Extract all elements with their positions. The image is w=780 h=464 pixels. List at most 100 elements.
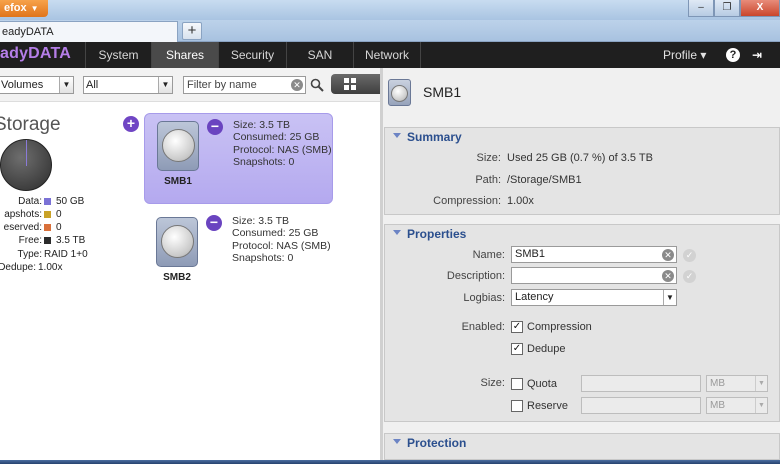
logbias-label: Logbias: [463,292,505,304]
share-card[interactable]: SMB1 − Size: 3.5 TB Consumed: 25 GB Prot… [144,113,333,204]
share-card[interactable]: SMB2 − Size: 3.5 TB Consumed: 25 GB Prot… [144,210,333,301]
clear-name-icon[interactable]: ✕ [662,249,674,261]
summary-compression-value: 1.00x [507,195,534,207]
stat-dedupe: Dedupe: 1.00x [0,262,90,275]
share-snapshots: Snapshots: 0 [232,251,294,264]
summary-header[interactable]: Summary [385,128,780,147]
chevron-down-icon: ▼ [755,376,767,391]
restore-button[interactable]: ❐ [714,0,740,17]
legend-swatch [44,211,51,218]
chevron-down-icon: ▼ [59,77,73,93]
collapse-triangle-icon [393,439,401,444]
logbias-select[interactable]: Latency ▼ [511,289,677,306]
storage-pie-chart [0,139,52,191]
summary-compression-label: Compression: [433,195,501,207]
share-snapshots: Snapshots: 0 [233,155,295,168]
os-taskbar [0,460,780,464]
description-label: Description: [446,270,505,282]
enabled-label: Enabled: [461,321,505,333]
name-field-value: SMB1 [515,248,545,260]
stat-snapshots: apshots: 0 [0,209,90,222]
reserve-label: Reserve [527,400,568,412]
browser-tab-strip: eadyDATA + [0,20,780,42]
quota-checkbox[interactable] [511,378,523,390]
share-name: SMB2 [163,272,191,283]
volume-select-value: Volumes [1,79,44,91]
close-button[interactable]: X [740,0,780,17]
help-icon[interactable]: ? [726,48,740,62]
type-select-value: All [86,79,99,91]
search-icon[interactable] [310,78,324,92]
stat-type: Type: RAID 1+0 [0,249,90,262]
chevron-down-icon: ▼ [755,398,767,413]
share-consumed: Consumed: 25 GB [232,227,319,240]
reserve-checkbox[interactable] [511,400,523,412]
clear-description-icon[interactable]: ✕ [662,270,674,282]
stat-value: 1.00x [38,262,63,273]
chevron-down-icon: ▼ [663,290,676,305]
stat-value: 50 GB [56,196,85,207]
quota-field[interactable] [581,375,701,392]
dedupe-label: Dedupe [527,343,566,355]
description-field[interactable] [511,267,677,284]
collapse-triangle-icon [393,133,401,138]
nav-tab-security[interactable]: Security [218,42,286,68]
grid-view-toggle[interactable] [331,74,381,94]
compression-checkbox[interactable]: ✓ [511,321,523,333]
quota-unit-select[interactable]: MB ▼ [706,375,768,392]
summary-section: Summary Size: Used 25 GB (0.7 %) of 3.5 … [384,127,780,215]
legend-swatch [44,237,51,244]
check-icon: ✓ [683,270,696,283]
pie-used-slice [26,140,27,166]
disk-icon [388,79,411,106]
grid-icon [344,78,356,90]
volume-select[interactable]: Volumes ▼ [0,76,74,94]
properties-header[interactable]: Properties [385,225,780,244]
profile-menu[interactable]: Profile ▾ [663,42,706,68]
delete-share-icon[interactable]: − [207,119,223,135]
disk-icon [156,217,198,267]
size-label: Size: [480,377,505,389]
share-name: SMB1 [164,176,192,187]
app-logo: adyDATA [0,45,72,62]
firefox-menu-button[interactable]: efox ▼ [0,0,48,17]
add-share-icon[interactable]: + [123,116,139,132]
app-header: adyDATA System Shares Security SAN Netwo… [0,42,780,68]
summary-size-value: Used 25 GB (0.7 %) of 3.5 TB [507,152,653,164]
stat-label: apshots: [4,209,42,220]
nav-tab-system[interactable]: System [85,42,151,68]
minimize-button[interactable]: – [688,0,714,17]
protection-section: Protection [384,433,780,460]
quota-label: Quota [527,378,557,390]
stat-reserved: eserved: 0 [0,222,90,235]
chevron-down-icon: ▼ [30,4,39,13]
logout-icon[interactable]: ⇥ [750,48,764,62]
share-info: Size: 3.5 TB Consumed: 25 GB Protocol: N… [232,215,331,264]
section-title: Summary [407,130,462,144]
summary-size-label: Size: [476,152,501,164]
logbias-value: Latency [515,291,554,303]
nav-tab-shares[interactable]: Shares [151,42,218,68]
share-info: Size: 3.5 TB Consumed: 25 GB Protocol: N… [233,119,332,168]
nav-tab-network[interactable]: Network [353,42,421,68]
share-protocol: Protocol: NAS (SMB) [233,143,332,156]
nav-tab-san[interactable]: SAN [286,42,353,68]
delete-share-icon[interactable]: − [206,215,222,231]
filter-placeholder: Filter by name [187,79,257,91]
browser-title-bar [0,0,780,20]
clear-filter-icon[interactable]: ✕ [291,79,303,91]
quota-unit-value: MB [710,378,725,389]
filter-input[interactable]: Filter by name [183,76,306,94]
protection-header[interactable]: Protection [385,434,780,453]
share-size: Size: 3.5 TB [233,119,291,131]
summary-path-label: Path: [475,174,501,186]
type-select[interactable]: All ▼ [83,76,173,94]
share-protocol: Protocol: NAS (SMB) [232,239,331,252]
firefox-menu-label: efox [4,2,27,14]
browser-tab[interactable]: eadyDATA [0,21,178,42]
new-tab-button[interactable]: + [182,22,202,40]
dedupe-checkbox[interactable]: ✓ [511,343,523,355]
name-field[interactable]: SMB1 [511,246,677,263]
reserve-field[interactable] [581,397,701,414]
reserve-unit-select[interactable]: MB ▼ [706,397,768,414]
